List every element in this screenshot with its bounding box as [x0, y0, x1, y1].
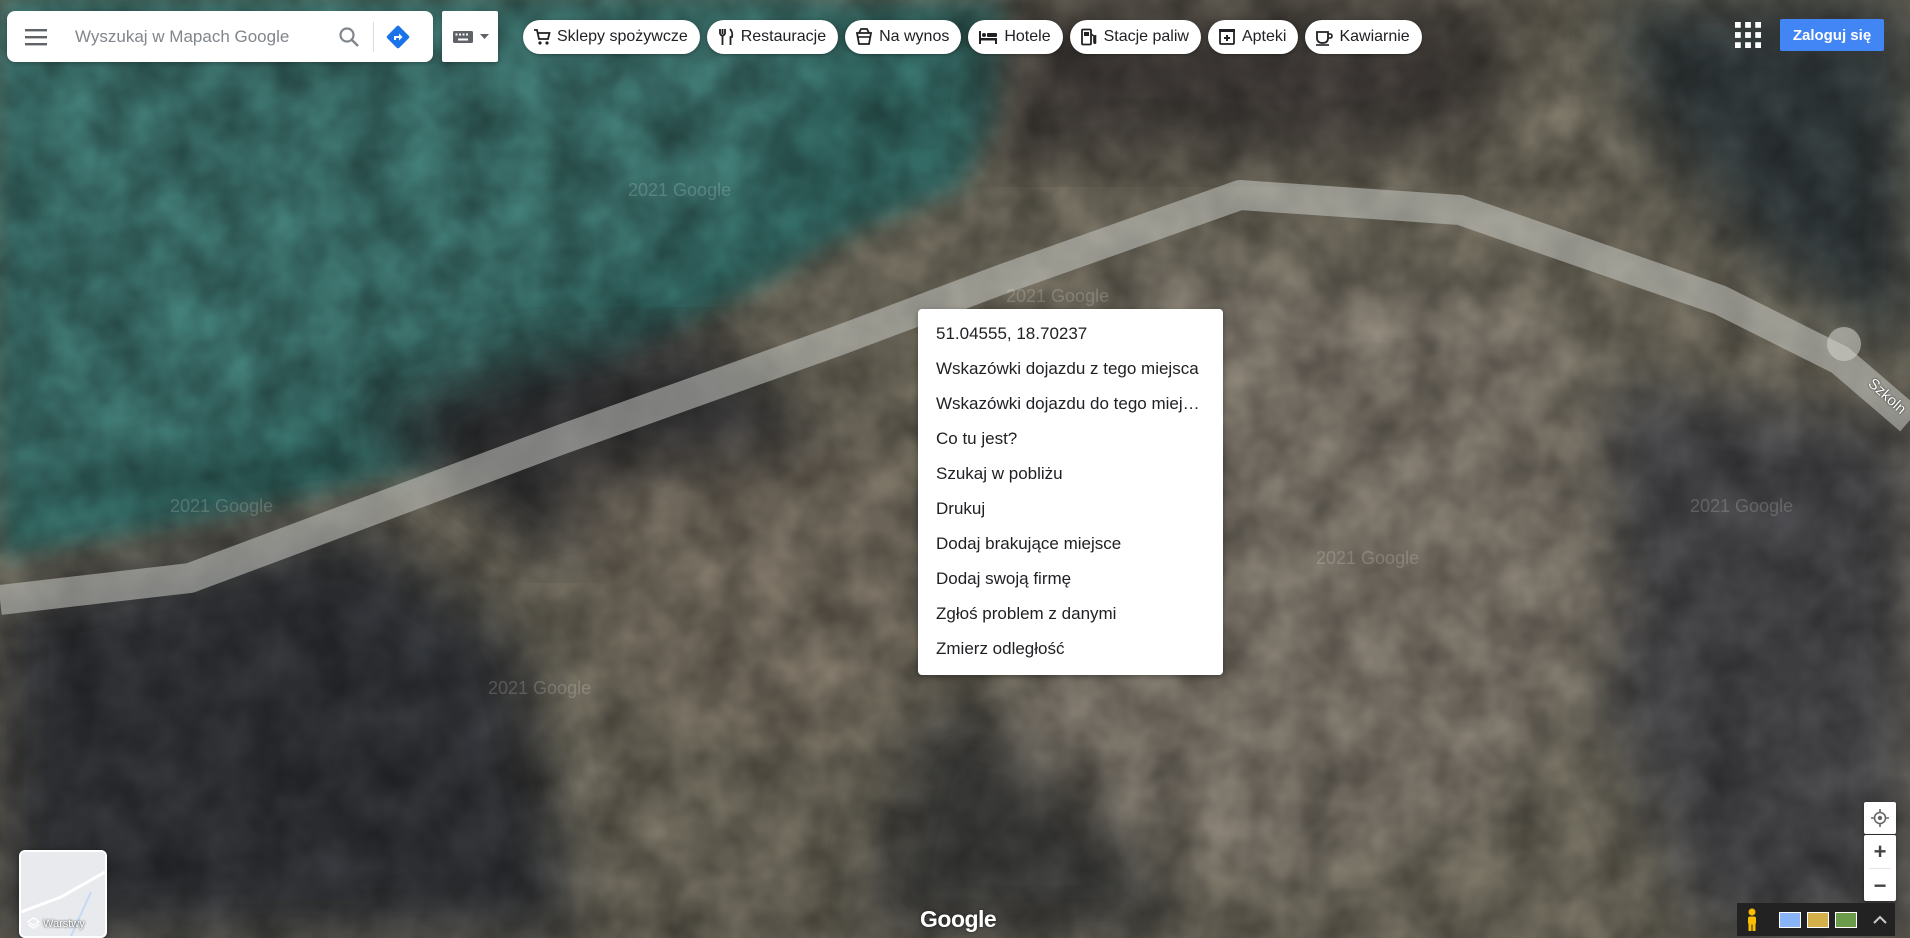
- layers-icon: [27, 917, 40, 929]
- chip-apteki[interactable]: Apteki: [1207, 20, 1299, 54]
- hotel-bed-icon: [979, 31, 998, 44]
- chevron-up-icon[interactable]: [1873, 915, 1887, 925]
- pegman-icon[interactable]: [1745, 908, 1759, 932]
- layers-label: Warstwy: [43, 917, 85, 930]
- chip-label: Na wynos: [879, 28, 950, 45]
- chip-label: Hotele: [1004, 28, 1051, 45]
- chip-label: Sklepy spożywcze: [557, 28, 688, 45]
- map-watermark: 2021 Google: [1316, 548, 1420, 568]
- chip-na-wynos[interactable]: Na wynos: [845, 20, 962, 54]
- map-watermark: 2021 Google: [170, 496, 274, 516]
- shopping-cart-icon: [534, 29, 551, 45]
- my-location-button[interactable]: [1864, 802, 1896, 834]
- chip-stacje-paliw[interactable]: Stacje paliw: [1069, 20, 1201, 54]
- directions-icon[interactable]: [374, 11, 422, 62]
- search-icon[interactable]: [325, 11, 373, 62]
- map-watermark: 2021 Google: [1690, 496, 1794, 516]
- bottom-controls: [1737, 903, 1895, 936]
- chip-kawiarnie[interactable]: Kawiarnie: [1305, 20, 1422, 54]
- zoom-controls: + −: [1864, 835, 1896, 901]
- menu-item-directions-to[interactable]: Wskazówki dojazdu do tego miejsca: [918, 386, 1223, 421]
- search-box: [7, 11, 433, 62]
- gas-station-icon: [1080, 28, 1096, 46]
- menu-item-whats-here[interactable]: Co tu jest?: [918, 421, 1223, 456]
- category-chips: Sklepy spożywcze Restauracje Na wynos Ho…: [523, 20, 1422, 54]
- apps-grid-icon[interactable]: [1735, 22, 1761, 48]
- menu-item-print[interactable]: Drukuj: [918, 491, 1223, 526]
- chip-label: Kawiarnie: [1339, 28, 1410, 45]
- menu-item-measure-distance[interactable]: Zmierz odległość: [918, 631, 1223, 666]
- layers-label-group: Warstwy: [27, 917, 85, 930]
- takeout-icon: [856, 28, 873, 45]
- restaurant-icon: [718, 28, 733, 45]
- imagery-thumbnail[interactable]: [1779, 911, 1801, 928]
- zoom-in-button[interactable]: +: [1864, 835, 1896, 868]
- keyboard-icon: [452, 30, 473, 43]
- map-watermark: 2021 Google: [628, 180, 732, 200]
- menu-item-coordinates[interactable]: 51.04555, 18.70237: [918, 316, 1223, 351]
- caret-down-icon: [479, 33, 489, 39]
- hamburger-menu-icon[interactable]: [7, 11, 67, 62]
- my-location-icon: [1871, 809, 1889, 827]
- chip-sklepy-spozywcze[interactable]: Sklepy spożywcze: [523, 20, 700, 54]
- map-watermark: 2021 Google: [1006, 286, 1110, 306]
- chip-label: Apteki: [1241, 28, 1287, 45]
- imagery-thumbnail[interactable]: [1807, 911, 1829, 928]
- pharmacy-icon: [1218, 29, 1235, 45]
- map-watermark: 2021 Google: [488, 678, 592, 698]
- chip-restauracje[interactable]: Restauracje: [706, 20, 839, 54]
- chip-label: Stacje paliw: [1103, 28, 1189, 45]
- signin-button[interactable]: Zaloguj się: [1780, 19, 1884, 51]
- menu-item-add-business[interactable]: Dodaj swoją firmę: [918, 561, 1223, 596]
- chip-label: Restauracje: [740, 28, 827, 45]
- context-menu: 51.04555, 18.70237 Wskazówki dojazdu z t…: [918, 309, 1223, 675]
- coffee-icon: [1316, 31, 1334, 46]
- menu-item-directions-from[interactable]: Wskazówki dojazdu z tego miejsca: [918, 351, 1223, 386]
- layers-button[interactable]: Warstwy: [19, 850, 107, 938]
- google-logo: Google: [920, 906, 997, 932]
- zoom-out-button[interactable]: −: [1864, 869, 1896, 902]
- keyboard-button[interactable]: [442, 11, 498, 62]
- chip-hotele[interactable]: Hotele: [968, 20, 1063, 54]
- menu-item-add-missing-place[interactable]: Dodaj brakujące miejsce: [918, 526, 1223, 561]
- search-input[interactable]: [75, 26, 325, 47]
- menu-item-search-nearby[interactable]: Szukaj w pobliżu: [918, 456, 1223, 491]
- imagery-thumbnail[interactable]: [1835, 911, 1857, 928]
- menu-item-report-problem[interactable]: Zgłoś problem z danymi: [918, 596, 1223, 631]
